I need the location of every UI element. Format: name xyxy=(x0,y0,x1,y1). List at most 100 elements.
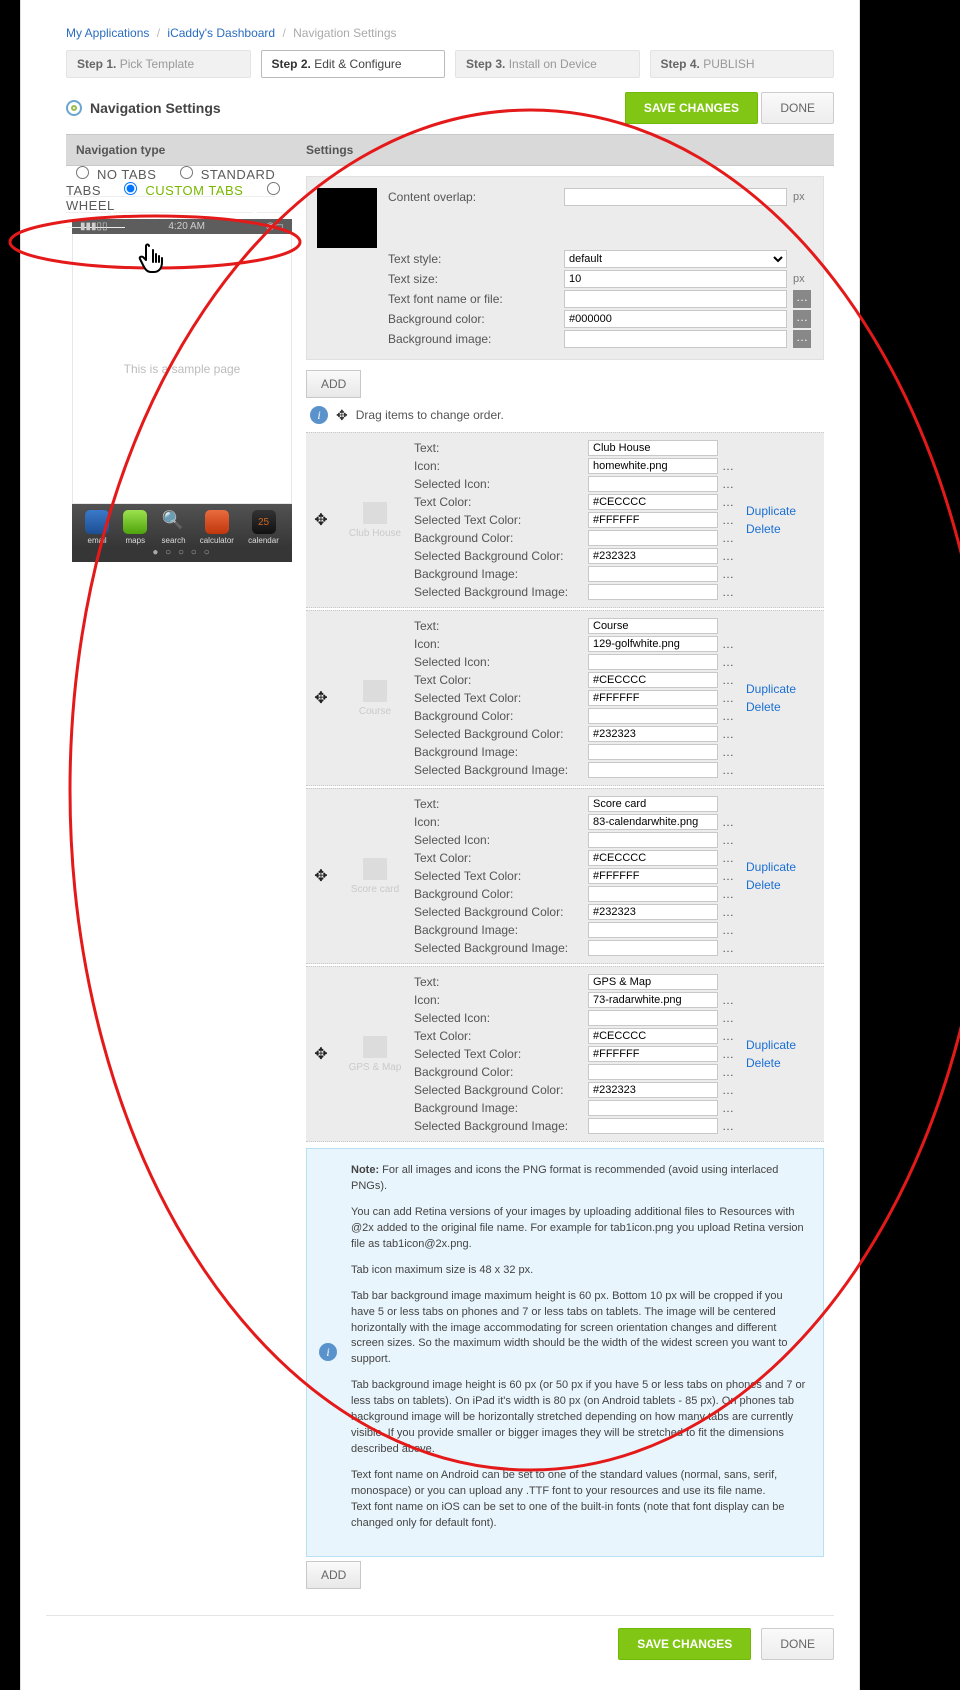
duplicate-link[interactable]: Duplicate xyxy=(746,860,796,874)
tab-3-sbi-browse[interactable]: … xyxy=(722,1119,742,1133)
delete-link[interactable]: Delete xyxy=(746,878,781,892)
duplicate-link[interactable]: Duplicate xyxy=(746,504,796,518)
tab-2-icon-browse[interactable]: … xyxy=(722,815,742,829)
text-style-select[interactable]: default xyxy=(564,250,787,268)
done-button[interactable]: DONE xyxy=(761,92,834,124)
tab-3-icon-browse[interactable]: … xyxy=(722,993,742,1007)
tab-3-sbc-browse[interactable]: … xyxy=(722,1083,742,1097)
tab-0-sicon-input[interactable] xyxy=(588,476,718,492)
tab-2-sicon-input[interactable] xyxy=(588,832,718,848)
tab-0-stc-input[interactable] xyxy=(588,512,718,528)
step-2[interactable]: Step 2. Edit & Configure xyxy=(261,50,446,78)
tab-2-sbi-browse[interactable]: … xyxy=(722,941,742,955)
tab-3-sicon-input[interactable] xyxy=(588,1010,718,1026)
tab-0-sbc-input[interactable] xyxy=(588,548,718,564)
save-changes-button[interactable]: SAVE CHANGES xyxy=(625,92,758,124)
tab-1-tc-browse[interactable]: … xyxy=(722,673,742,687)
tab-1-bi-input[interactable] xyxy=(588,744,718,760)
text-size-input[interactable] xyxy=(564,270,787,288)
text-font-input[interactable] xyxy=(564,290,787,308)
navtype-custom-tabs[interactable]: CUSTOM TABS xyxy=(114,169,253,213)
duplicate-link[interactable]: Duplicate xyxy=(746,682,796,696)
tab-3-bi-input[interactable] xyxy=(588,1100,718,1116)
drag-handle[interactable]: ✥ xyxy=(306,866,336,886)
tab-3-sbi-input[interactable] xyxy=(588,1118,718,1134)
tab-0-bi-input[interactable] xyxy=(588,566,718,582)
drag-handle[interactable]: ✥ xyxy=(306,510,336,530)
tab-1-sicon-browse[interactable]: … xyxy=(722,655,742,669)
tab-3-icon-input[interactable] xyxy=(588,992,718,1008)
tab-1-bc-input[interactable] xyxy=(588,708,718,724)
tab-0-sbc-browse[interactable]: … xyxy=(722,549,742,563)
tab-2-bi-browse[interactable]: … xyxy=(722,923,742,937)
tab-1-bi-browse[interactable]: … xyxy=(722,745,742,759)
tab-2-sbc-input[interactable] xyxy=(588,904,718,920)
add-button-top[interactable]: ADD xyxy=(306,370,361,398)
tab-3-bc-browse[interactable]: … xyxy=(722,1065,742,1079)
tab-2-stc-browse[interactable]: … xyxy=(722,869,742,883)
tab-3-bi-browse[interactable]: … xyxy=(722,1101,742,1115)
tab-3-bc-input[interactable] xyxy=(588,1064,718,1080)
tab-3-sicon-browse[interactable]: … xyxy=(722,1011,742,1025)
tab-3-stc-input[interactable] xyxy=(588,1046,718,1062)
tab-1-icon-browse[interactable]: … xyxy=(722,637,742,651)
tab-2-text-input[interactable] xyxy=(588,796,718,812)
step-3[interactable]: Step 3. Install on Device xyxy=(455,50,640,78)
tab-3-tc-input[interactable] xyxy=(588,1028,718,1044)
tab-1-sbi-browse[interactable]: … xyxy=(722,763,742,777)
tab-0-bc-browse[interactable]: … xyxy=(722,531,742,545)
tab-3-text-input[interactable] xyxy=(588,974,718,990)
tab-1-text-input[interactable] xyxy=(588,618,718,634)
tab-2-tc-browse[interactable]: … xyxy=(722,851,742,865)
tab-2-bc-input[interactable] xyxy=(588,886,718,902)
add-button-bottom[interactable]: ADD xyxy=(306,1561,361,1589)
tab-2-stc-input[interactable] xyxy=(588,868,718,884)
tab-0-text-input[interactable] xyxy=(588,440,718,456)
step-4[interactable]: Step 4. PUBLISH xyxy=(650,50,835,78)
delete-link[interactable]: Delete xyxy=(746,700,781,714)
drag-handle[interactable]: ✥ xyxy=(306,1044,336,1064)
tab-3-stc-browse[interactable]: … xyxy=(722,1047,742,1061)
tab-0-tc-browse[interactable]: … xyxy=(722,495,742,509)
tab-0-stc-browse[interactable]: … xyxy=(722,513,742,527)
tab-0-bc-input[interactable] xyxy=(588,530,718,546)
done-button-bottom[interactable]: DONE xyxy=(761,1628,834,1660)
tab-2-sicon-browse[interactable]: … xyxy=(722,833,742,847)
tab-0-bi-browse[interactable]: … xyxy=(722,567,742,581)
duplicate-link[interactable]: Duplicate xyxy=(746,1038,796,1052)
bg-image-input[interactable] xyxy=(564,330,787,348)
tab-3-sbc-input[interactable] xyxy=(588,1082,718,1098)
tab-1-icon-input[interactable] xyxy=(588,636,718,652)
pick-bgcolor-button[interactable]: … xyxy=(793,310,811,328)
content-overlap-input[interactable] xyxy=(564,188,787,206)
drag-handle[interactable]: ✥ xyxy=(306,688,336,708)
step-1[interactable]: Step 1. Pick Template xyxy=(66,50,251,78)
delete-link[interactable]: Delete xyxy=(746,522,781,536)
tab-1-sbc-browse[interactable]: … xyxy=(722,727,742,741)
tab-2-bi-input[interactable] xyxy=(588,922,718,938)
bg-color-input[interactable] xyxy=(564,310,787,328)
breadcrumb-dashboard[interactable]: iCaddy's Dashboard xyxy=(167,26,275,40)
browse-bgimage-button[interactable]: … xyxy=(793,330,811,348)
tab-0-sbi-input[interactable] xyxy=(588,584,718,600)
delete-link[interactable]: Delete xyxy=(746,1056,781,1070)
tab-1-bc-browse[interactable]: … xyxy=(722,709,742,723)
tab-2-sbi-input[interactable] xyxy=(588,940,718,956)
tab-2-bc-browse[interactable]: … xyxy=(722,887,742,901)
tab-0-sicon-browse[interactable]: … xyxy=(722,477,742,491)
breadcrumb-my-applications[interactable]: My Applications xyxy=(66,26,149,40)
tab-1-tc-input[interactable] xyxy=(588,672,718,688)
tab-2-icon-input[interactable] xyxy=(588,814,718,830)
save-changes-button-bottom[interactable]: SAVE CHANGES xyxy=(618,1628,751,1660)
tab-0-sbi-browse[interactable]: … xyxy=(722,585,742,599)
tab-1-sbi-input[interactable] xyxy=(588,762,718,778)
tab-1-stc-input[interactable] xyxy=(588,690,718,706)
tab-2-tc-input[interactable] xyxy=(588,850,718,866)
tab-0-icon-browse[interactable]: … xyxy=(722,459,742,473)
browse-font-button[interactable]: … xyxy=(793,290,811,308)
tab-1-sbc-input[interactable] xyxy=(588,726,718,742)
tab-3-tc-browse[interactable]: … xyxy=(722,1029,742,1043)
tab-1-stc-browse[interactable]: … xyxy=(722,691,742,705)
tab-1-sicon-input[interactable] xyxy=(588,654,718,670)
tab-2-sbc-browse[interactable]: … xyxy=(722,905,742,919)
